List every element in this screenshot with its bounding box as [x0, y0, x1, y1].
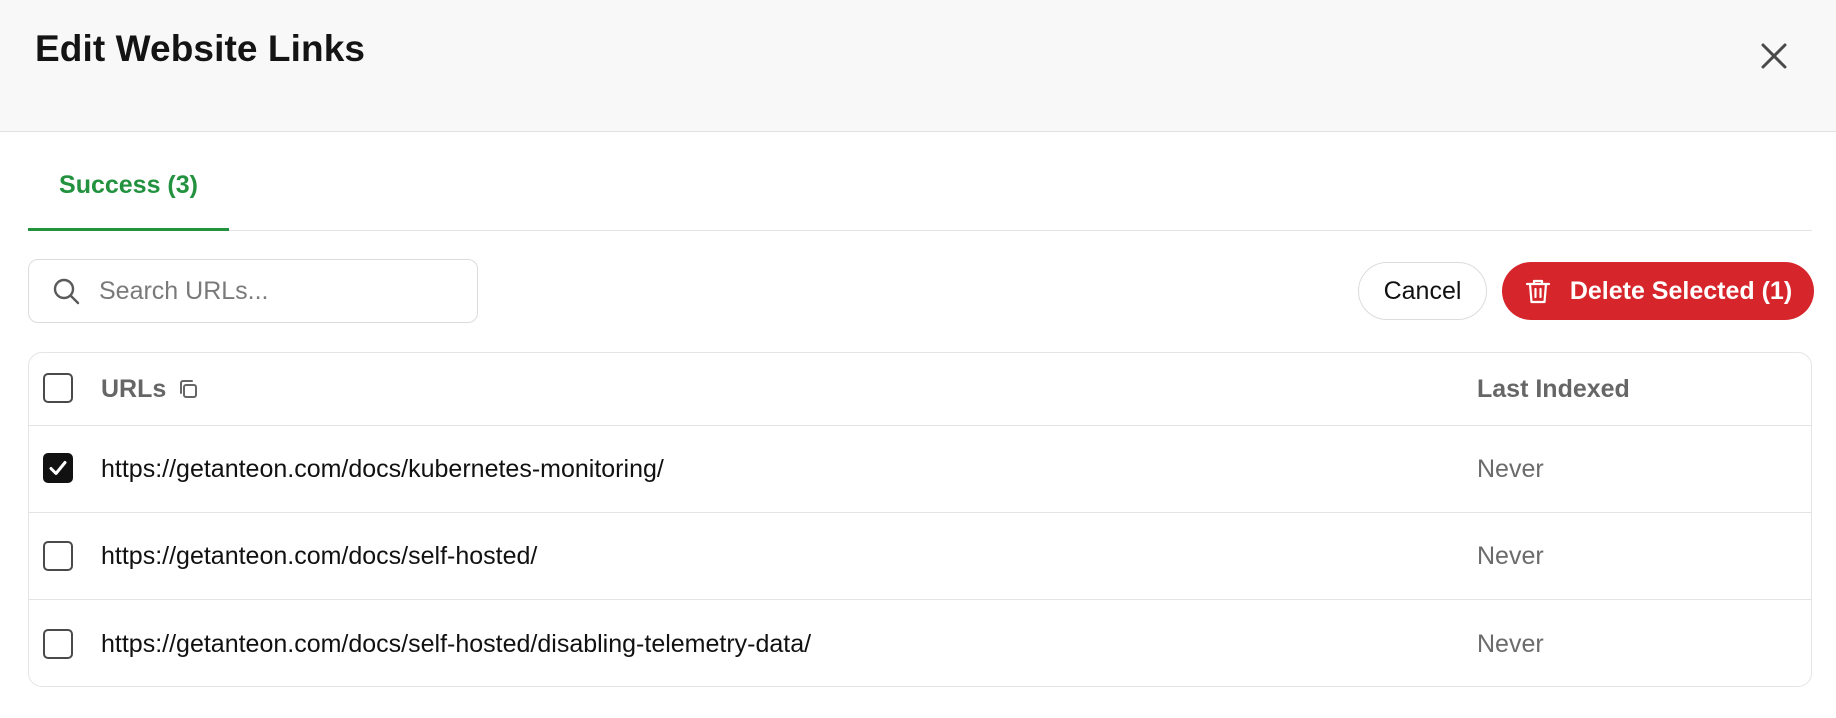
trash-icon [1524, 277, 1552, 305]
cancel-button[interactable]: Cancel [1358, 262, 1487, 320]
close-button[interactable] [1754, 36, 1794, 76]
urls-column-header: URLs [101, 375, 167, 403]
table-header-row: URLs Last Indexed [29, 353, 1811, 426]
last-indexed-cell: Never [1477, 630, 1544, 658]
url-cell: https://getanteon.com/docs/self-hosted/d… [101, 630, 812, 658]
table-row[interactable]: https://getanteon.com/docs/self-hosted/d… [29, 600, 1811, 686]
delete-selected-button[interactable]: Delete Selected (1) [1502, 262, 1814, 320]
close-icon [1761, 43, 1787, 69]
table-row[interactable]: https://getanteon.com/docs/kubernetes-mo… [29, 426, 1811, 513]
urls-table: URLs Last Indexed https://getanteon.com/… [28, 352, 1812, 687]
tab-success[interactable]: Success (3) [28, 132, 229, 231]
search-icon [51, 275, 83, 307]
last-indexed-cell: Never [1477, 455, 1544, 483]
search-input[interactable] [99, 271, 459, 311]
search-box[interactable] [28, 259, 478, 323]
check-icon [49, 461, 67, 475]
tab-bar: Success (3) [28, 132, 1812, 231]
table-row[interactable]: https://getanteon.com/docs/self-hosted/ … [29, 513, 1811, 600]
select-all-checkbox[interactable] [43, 373, 73, 403]
row-checkbox[interactable] [43, 541, 73, 571]
edit-website-links-dialog: Edit Website Links Success (3) Cancel [0, 0, 1836, 718]
dialog-header: Edit Website Links [0, 0, 1836, 132]
last-indexed-column-header: Last Indexed [1477, 375, 1630, 403]
url-cell: https://getanteon.com/docs/self-hosted/ [101, 542, 538, 570]
copy-icon[interactable] [177, 378, 199, 400]
row-checkbox[interactable] [43, 453, 73, 483]
url-cell: https://getanteon.com/docs/kubernetes-mo… [101, 455, 664, 483]
delete-selected-label: Delete Selected (1) [1569, 276, 1793, 305]
dialog-title: Edit Website Links [35, 28, 366, 69]
last-indexed-cell: Never [1477, 542, 1544, 570]
row-checkbox[interactable] [43, 629, 73, 659]
